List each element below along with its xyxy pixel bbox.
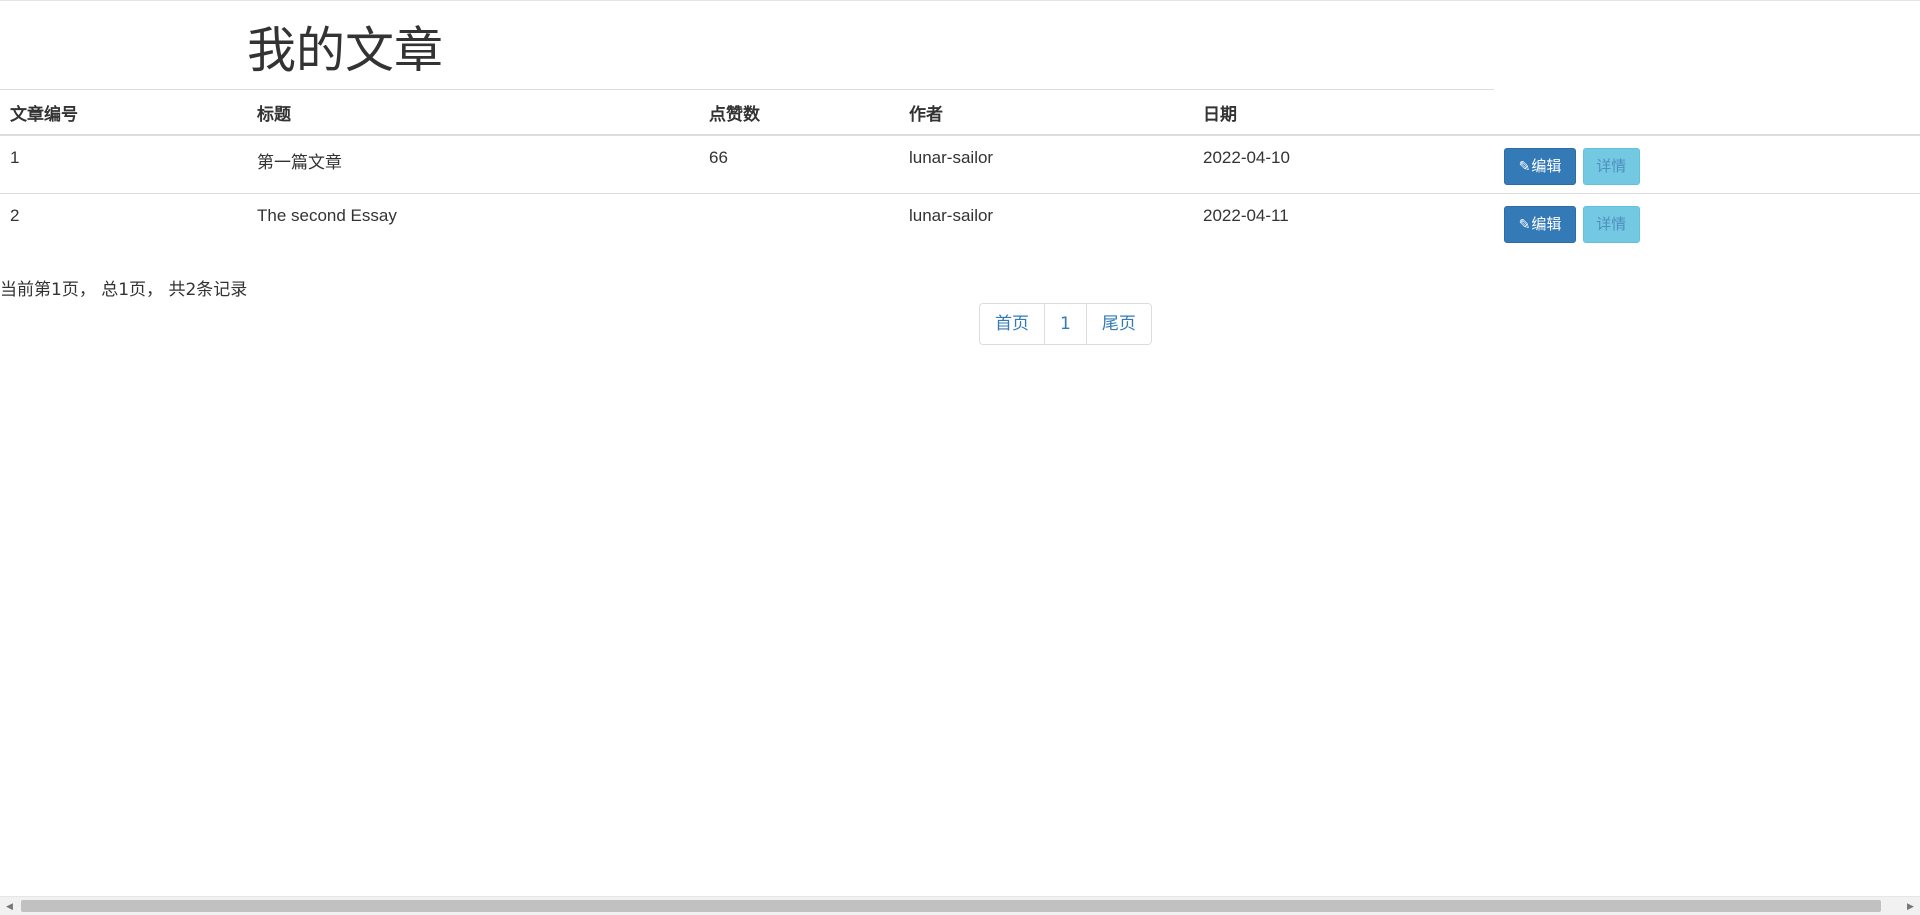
last-page-link[interactable]: 尾页 [1085,304,1151,344]
horizontal-scrollbar[interactable]: ◀ ▶ [0,896,1920,915]
detail-button[interactable]: 详情 [1582,206,1640,243]
page: 我的文章 文章编号 标题 点赞数 作者 日期 1 第一篇文章 66 lunar-… [0,0,1920,915]
first-page-link[interactable]: 首页 [980,304,1044,344]
pencil-icon: ✎ [1518,217,1531,233]
pencil-icon: ✎ [1518,159,1531,175]
edit-button-label: 编辑 [1531,157,1562,175]
table-row: 2 The second Essay lunar-sailor 2022-04-… [0,194,1920,252]
page-title: 我的文章 [247,22,444,79]
detail-button[interactable]: 详情 [1582,148,1640,185]
cell-author: lunar-sailor [899,135,1193,194]
header-author: 作者 [899,90,1193,136]
cell-title: The second Essay [257,206,397,225]
cell-date: 2022-04-10 [1193,135,1494,194]
page-link-1[interactable]: 1 [1044,304,1086,344]
header-article-id: 文章编号 [0,90,247,136]
edit-button[interactable]: ✎编辑 [1504,148,1576,185]
cell-article-id: 1 [0,135,247,194]
cell-likes: 66 [699,135,899,194]
cell-actions: ✎编辑 详情 [1494,135,1920,194]
edit-button-label: 编辑 [1531,215,1562,233]
scroll-left-icon[interactable]: ◀ [0,897,19,915]
header-likes: 点赞数 [699,90,899,136]
cell-actions: ✎编辑 详情 [1494,194,1920,252]
table-row: 1 第一篇文章 66 lunar-sailor 2022-04-10 ✎编辑 详… [0,135,1920,194]
scrollbar-thumb[interactable] [21,900,1881,912]
edit-button[interactable]: ✎编辑 [1504,206,1576,243]
header-actions [1494,90,1920,136]
cell-likes [699,194,899,252]
cell-date: 2022-04-11 [1203,206,1289,225]
scroll-right-icon[interactable]: ▶ [1901,897,1920,915]
header-date: 日期 [1193,90,1494,136]
cell-title: 第一篇文章 [247,135,699,194]
header-title: 标题 [247,90,699,136]
cell-author: lunar-sailor [909,206,994,225]
pagination-summary: 当前第1页， 总1页， 共2条记录 [0,280,248,300]
articles-table: 文章编号 标题 点赞数 作者 日期 1 第一篇文章 66 lunar-sailo… [0,90,1920,251]
cell-article-id: 2 [10,206,20,225]
pagination: 首页 1 尾页 [979,303,1152,345]
table-header-row: 文章编号 标题 点赞数 作者 日期 [0,90,1920,136]
